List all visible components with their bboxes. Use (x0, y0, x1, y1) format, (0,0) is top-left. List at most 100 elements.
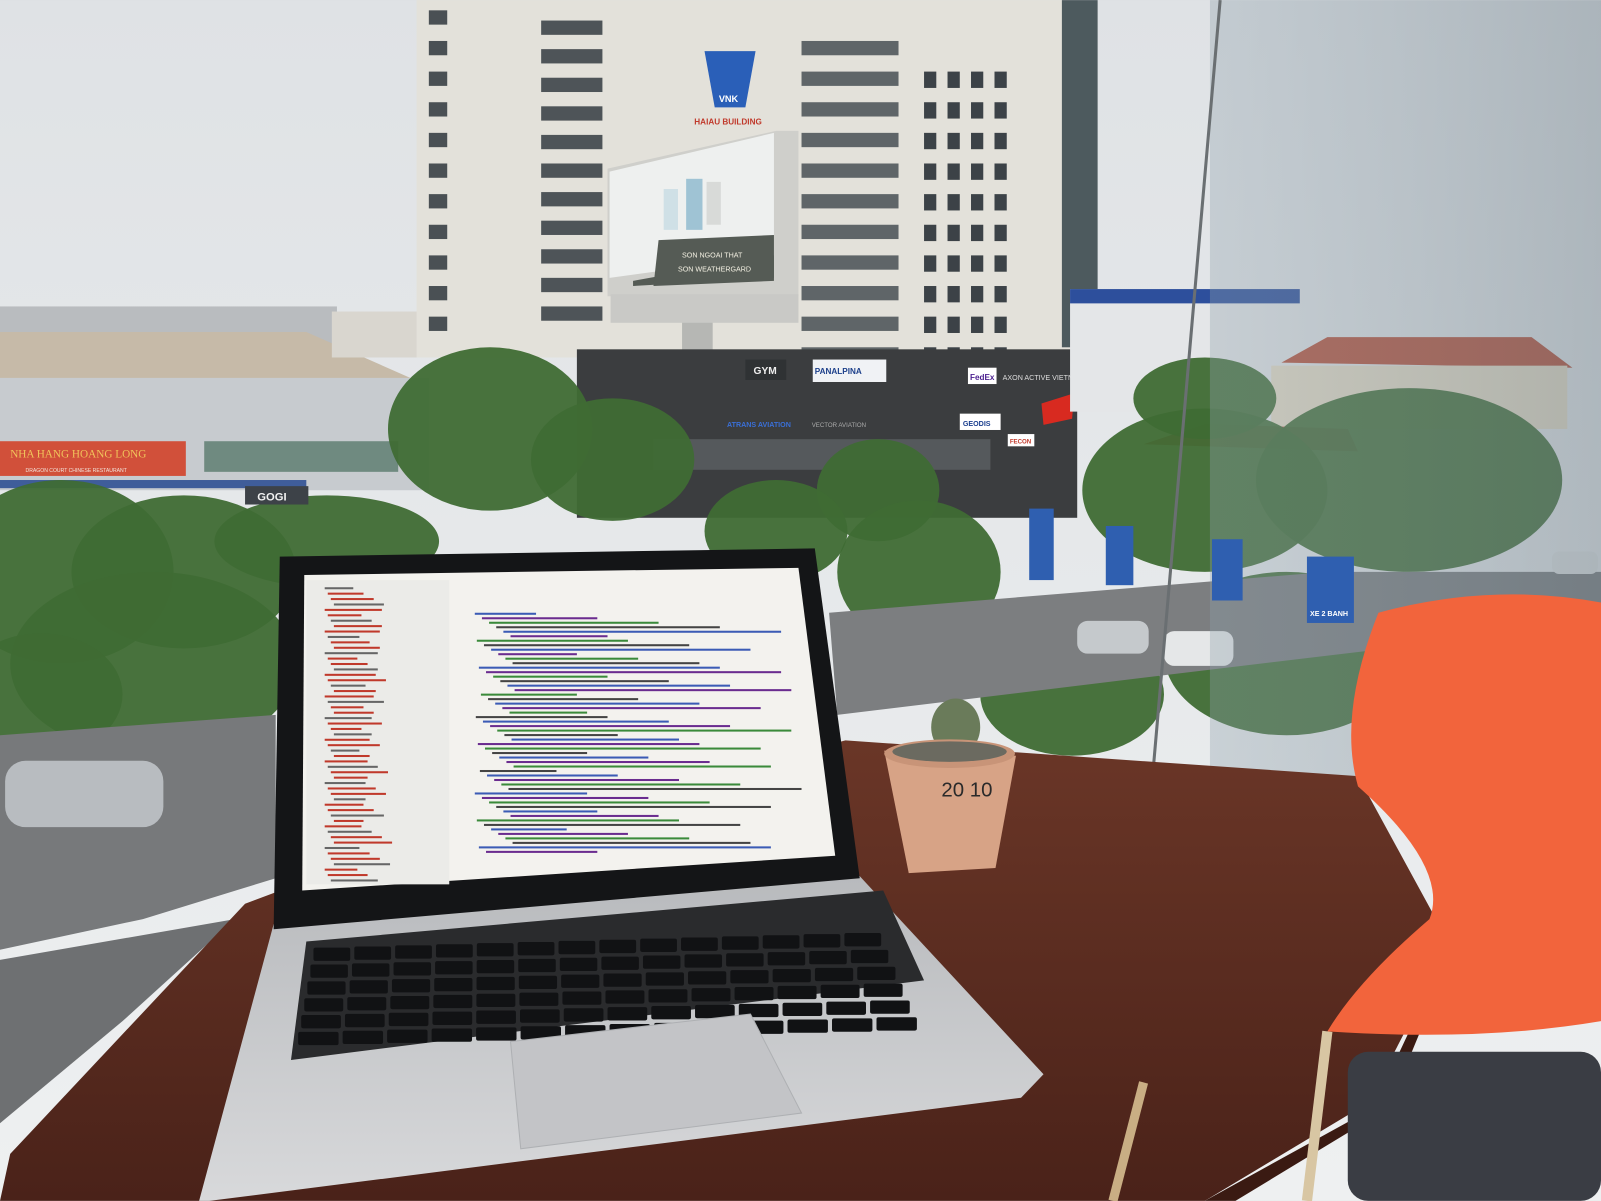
code-line (498, 653, 577, 656)
window (428, 132, 448, 148)
file-tree-item (333, 733, 372, 736)
window-band (541, 220, 603, 235)
code-line (502, 707, 761, 710)
restaurant-subtitle: DRAGON COURT CHINESE RESTAURANT (26, 468, 127, 474)
file-tree-item (324, 652, 378, 655)
file-tree-item (324, 630, 380, 633)
code-line (479, 769, 557, 773)
window-band (541, 49, 603, 64)
code-line (506, 761, 710, 764)
billboard-banner (653, 234, 774, 287)
code-line (489, 801, 710, 804)
sign-atrans: ATRANS AVIATION (727, 421, 791, 429)
key (767, 952, 806, 966)
window (428, 255, 448, 270)
key (347, 997, 387, 1011)
key (307, 981, 346, 995)
window-band (801, 71, 899, 86)
window (947, 102, 960, 119)
file-tree-item (327, 592, 364, 595)
window-band (541, 106, 603, 121)
key (476, 960, 515, 974)
window (994, 163, 1007, 180)
key (434, 977, 473, 992)
window (428, 194, 448, 209)
billboard-line2: SON WEATHERGARD (678, 266, 751, 274)
code-line (484, 747, 761, 750)
file-tree-item (330, 879, 378, 882)
sign-fecon: FECON (1010, 438, 1031, 445)
code-line (504, 734, 618, 737)
file-tree-item (333, 863, 391, 866)
window (994, 194, 1007, 211)
window (924, 194, 937, 211)
scene-svg: NHA HANG HOANG LONG DRAGON COURT CHINESE… (0, 0, 1601, 1201)
sign-vector: VECTOR AVIATION (812, 422, 866, 429)
sign-fedex: FedEx (970, 373, 995, 382)
file-tree-item (333, 603, 384, 606)
code-line (475, 716, 608, 719)
code-line (495, 702, 700, 705)
key (803, 934, 841, 948)
file-tree-item (327, 765, 378, 768)
key (857, 966, 896, 981)
key (826, 1001, 866, 1015)
file-tree-item (330, 792, 386, 795)
window-band (541, 306, 603, 321)
code-line (488, 698, 639, 701)
car (5, 760, 164, 828)
window-band (801, 224, 899, 240)
code-line (474, 792, 588, 795)
key (876, 1017, 917, 1031)
file-tree-item (333, 690, 376, 693)
file-tree-item (333, 776, 368, 779)
code-line (493, 675, 608, 678)
file-tree-item (324, 738, 370, 741)
file-tree-item (327, 614, 362, 617)
file-tree-item (330, 641, 370, 644)
code-line (494, 778, 679, 782)
code-line (480, 693, 577, 696)
key (726, 953, 764, 967)
code-line (486, 671, 782, 674)
window-band (541, 77, 603, 93)
code-line (477, 743, 700, 746)
file-tree-item (327, 635, 360, 638)
file-tree-item (327, 874, 368, 877)
window-band (801, 132, 899, 148)
key (517, 942, 555, 956)
key (863, 983, 903, 997)
window (428, 163, 448, 178)
code-line (491, 648, 751, 651)
file-tree-item (327, 852, 370, 855)
file-tree-item (324, 608, 382, 611)
file-tree-item (333, 798, 366, 801)
window-band (801, 102, 899, 117)
file-tree-item (324, 825, 362, 828)
file-tree-item (324, 846, 360, 850)
file-tree-item (324, 782, 366, 785)
key (344, 1013, 385, 1028)
window (971, 132, 984, 150)
window (947, 194, 960, 211)
file-tree-item (327, 787, 376, 790)
window-band (541, 134, 603, 150)
window (947, 132, 960, 150)
code-line (503, 630, 782, 633)
key (435, 961, 473, 975)
window (947, 286, 960, 303)
key (607, 1007, 648, 1021)
file-tree-item (324, 695, 374, 698)
window (428, 224, 448, 240)
window (971, 286, 984, 303)
building-name: HAIAU BUILDING (694, 118, 762, 127)
window (994, 255, 1007, 272)
key (681, 937, 718, 951)
code-line (505, 657, 639, 660)
window (994, 102, 1007, 119)
window (994, 71, 1007, 88)
code-line (514, 689, 792, 692)
key (476, 1027, 517, 1041)
window (971, 255, 984, 272)
key (605, 990, 645, 1004)
